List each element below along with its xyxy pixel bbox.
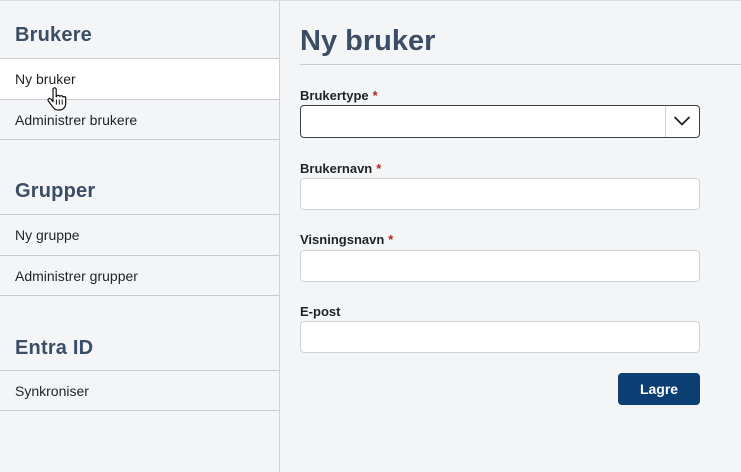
- brukertype-label-text: Brukertype: [300, 88, 369, 103]
- visningsnavn-input[interactable]: [300, 250, 700, 282]
- hand-pointer-icon: [47, 87, 67, 111]
- required-marker: *: [388, 232, 394, 247]
- brukernavn-input[interactable]: [300, 178, 700, 210]
- sidebar-item-administrer-brukere[interactable]: Administrer brukere: [0, 99, 279, 140]
- section-title-entra-id: Entra ID: [15, 337, 94, 359]
- section-title-brukere: Brukere: [15, 24, 92, 46]
- e-post-label: E-post: [300, 304, 340, 319]
- sidebar-item-ny-gruppe[interactable]: Ny gruppe: [0, 214, 279, 255]
- section-title-grupper: Grupper: [15, 180, 96, 202]
- select-divider: [665, 106, 666, 137]
- required-marker: *: [376, 161, 382, 176]
- e-post-input[interactable]: [300, 321, 700, 353]
- visningsnavn-label: Visningsnavn *: [300, 232, 393, 247]
- brukernavn-label: Brukernavn *: [300, 161, 381, 176]
- brukernavn-label-text: Brukernavn: [300, 161, 373, 176]
- page-title: Ny bruker: [300, 25, 436, 57]
- title-divider: [300, 64, 741, 65]
- save-button[interactable]: Lagre: [618, 373, 700, 405]
- sidebar-item-administrer-grupper[interactable]: Administrer grupper: [0, 255, 279, 296]
- sidebar-item-synkroniser[interactable]: Synkroniser: [0, 370, 279, 411]
- required-marker: *: [372, 88, 378, 103]
- sidebar-item-ny-bruker[interactable]: Ny bruker: [0, 58, 279, 99]
- e-post-label-text: E-post: [300, 304, 341, 319]
- chevron-down-icon: [674, 116, 690, 126]
- visningsnavn-label-text: Visningsnavn: [300, 232, 385, 247]
- app-frame: Brukere Ny bruker Administrer brukere Gr…: [0, 0, 741, 472]
- brukertype-select[interactable]: [300, 105, 700, 138]
- sidebar: Brukere Ny bruker Administrer brukere Gr…: [0, 1, 280, 472]
- brukertype-label: Brukertype *: [300, 88, 378, 103]
- main-content: Ny bruker Brukertype * Brukernavn * Visnin…: [281, 1, 741, 472]
